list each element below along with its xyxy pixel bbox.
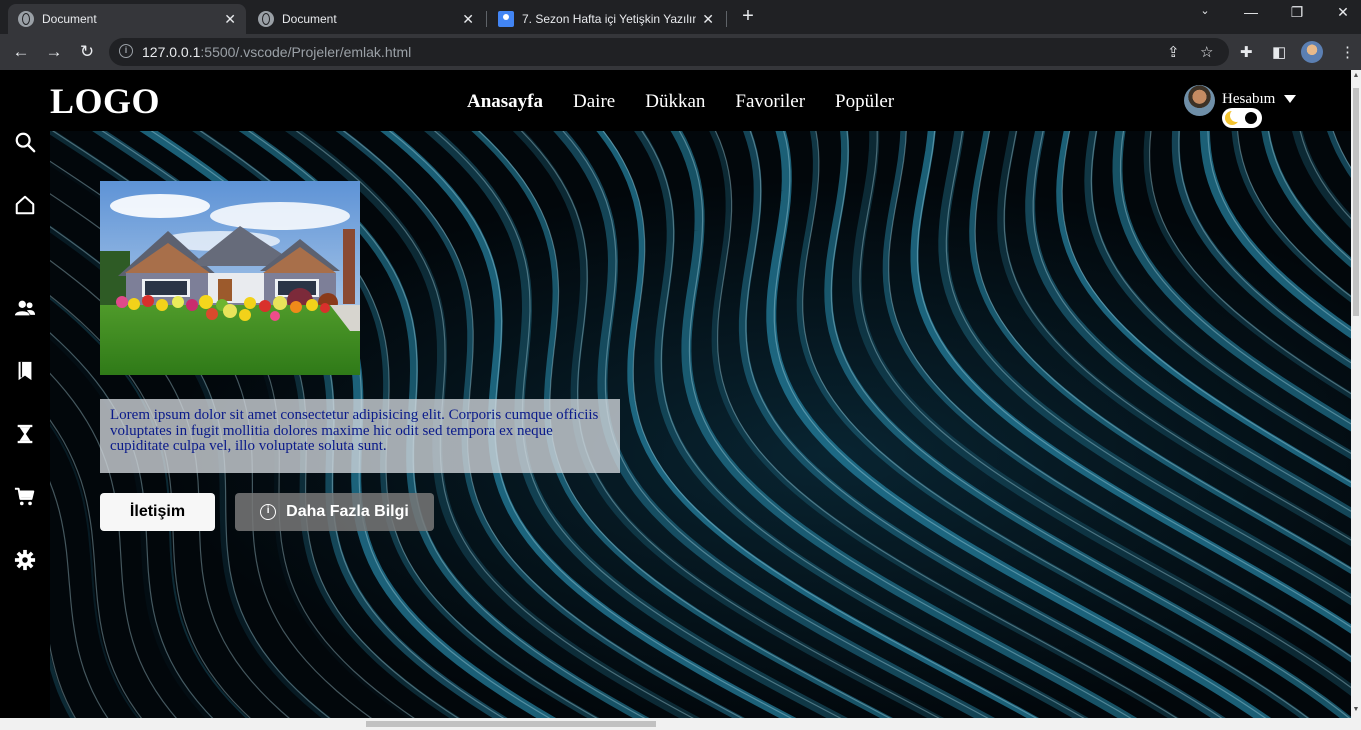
scrollbar-thumb[interactable] (1353, 88, 1359, 316)
tab-title: Document (282, 12, 337, 26)
nav-populer[interactable]: Popüler (835, 91, 894, 113)
moon-icon (1225, 109, 1243, 125)
nav-dukkan[interactable]: Dükkan (645, 91, 705, 113)
home-icon[interactable] (14, 194, 36, 216)
tab-classroom[interactable]: 7. Sezon Hafta içi Yetişkin Yazılım ✕ (488, 4, 724, 34)
forward-icon[interactable]: → (43, 41, 65, 63)
description-box: Lorem ipsum dolor sit amet consectetur a… (100, 399, 620, 473)
address-bar[interactable]: i 127.0.0.1:5500/.vscode/Projeler/emlak.… (109, 38, 1229, 66)
bookmark-star-icon[interactable]: ☆ (1200, 43, 1213, 61)
more-info-label: Daha Fazla Bilgi (286, 503, 409, 520)
bookmark-icon[interactable] (14, 360, 36, 382)
nav-favoriler[interactable]: Favoriler (735, 91, 805, 113)
caret-down-icon[interactable] (1284, 95, 1296, 103)
house-image (100, 181, 360, 375)
tab-document-2[interactable]: Document ✕ (248, 4, 484, 34)
cart-icon[interactable] (14, 486, 36, 508)
browser-toolbar: ← → ↻ i 127.0.0.1:5500/.vscode/Projeler/… (0, 34, 1361, 70)
side-panel-icon[interactable]: ◧ (1272, 43, 1286, 61)
nav-anasayfa[interactable]: Anasayfa (467, 91, 543, 113)
tab-bar: Document ✕ Document ✕ 7. Sezon Hafta içi… (0, 0, 1361, 34)
profile-avatar[interactable] (1301, 41, 1323, 63)
scroll-down-icon[interactable]: ▼ (1351, 706, 1361, 718)
close-tab-icon[interactable]: ✕ (224, 11, 236, 28)
hscroll-thumb[interactable] (366, 721, 656, 727)
extensions-icon[interactable]: ✚ (1240, 43, 1253, 61)
tab-document-1[interactable]: Document ✕ (8, 4, 246, 34)
search-icon[interactable] (14, 131, 36, 153)
account-label[interactable]: Hesabım (1222, 91, 1275, 108)
more-info-button[interactable]: i Daha Fazla Bilgi (235, 493, 434, 531)
horizontal-scrollbar[interactable] (0, 718, 1351, 730)
avatar[interactable] (1184, 85, 1215, 116)
gear-icon[interactable] (14, 549, 36, 571)
restore-button[interactable]: ❐ (1282, 4, 1312, 21)
logo[interactable]: LOGO (50, 80, 160, 122)
theme-toggle[interactable] (1222, 108, 1262, 128)
tab-separator (726, 11, 727, 27)
site-info-icon[interactable]: i (119, 44, 133, 58)
toggle-knob (1243, 110, 1259, 126)
users-icon[interactable] (14, 297, 36, 319)
contact-button[interactable]: İletişim (100, 493, 215, 531)
tab-separator (486, 11, 487, 27)
share-icon[interactable]: ⇪ (1167, 43, 1180, 61)
close-tab-icon[interactable]: ✕ (462, 11, 474, 28)
web-page: LOGO Anasayfa Daire Dükkan Favoriler Pop… (0, 70, 1351, 730)
globe-icon (258, 11, 274, 27)
scroll-up-icon[interactable]: ▲ (1351, 72, 1361, 84)
url-text: 127.0.0.1:5500/.vscode/Projeler/emlak.ht… (142, 44, 412, 60)
info-icon: i (260, 504, 277, 520)
menu-icon[interactable]: ⋮ (1340, 43, 1355, 61)
hourglass-icon[interactable] (14, 423, 36, 445)
close-window-button[interactable]: ✕ (1328, 4, 1358, 21)
tab-title: Document (42, 12, 97, 26)
wave-line (1199, 131, 1351, 339)
tab-title: 7. Sezon Hafta içi Yetişkin Yazılım (522, 12, 697, 26)
contact-button-label: İletişim (129, 503, 186, 520)
globe-icon (18, 11, 34, 27)
back-icon[interactable]: ← (10, 41, 32, 63)
nav-daire[interactable]: Daire (573, 91, 615, 113)
minimize-button[interactable]: — (1236, 4, 1266, 20)
reload-icon[interactable]: ↻ (76, 41, 98, 63)
new-tab-button[interactable]: + (738, 6, 758, 26)
close-tab-icon[interactable]: ✕ (702, 11, 714, 28)
main-nav: Anasayfa Daire Dükkan Favoriler Popüler (467, 91, 894, 113)
wave-highlight (945, 131, 1351, 599)
classroom-icon (498, 11, 514, 27)
tab-search-icon[interactable]: ⌄ (1190, 4, 1220, 17)
